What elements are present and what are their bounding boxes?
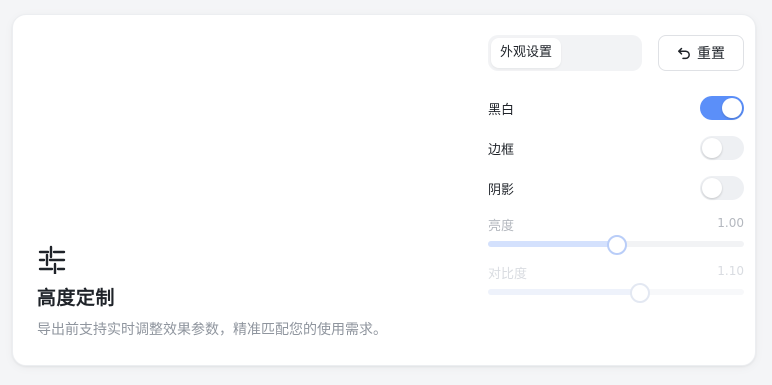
toggle-row-grayscale: 黑白 <box>488 96 744 120</box>
shadow-toggle[interactable] <box>700 176 744 200</box>
slider-thumb[interactable] <box>607 235 627 255</box>
reset-label: 重置 <box>697 46 725 62</box>
toggle-knob <box>702 138 722 158</box>
slider-thumb[interactable] <box>630 283 651 303</box>
brightness-slider[interactable] <box>488 235 744 255</box>
border-toggle[interactable] <box>700 136 744 160</box>
toggle-knob <box>722 98 742 118</box>
grayscale-toggle[interactable] <box>700 96 744 120</box>
contrast-value: 1.10 <box>717 264 744 278</box>
sliders-icon <box>38 245 66 274</box>
brightness-value: 1.00 <box>717 216 744 230</box>
brightness-label: 亮度 <box>488 219 515 234</box>
slider-fill <box>488 289 640 295</box>
feature-title: 高度定制 <box>37 287 116 309</box>
feature-description: 导出前支持实时调整效果参数，精准匹配您的使用需求。 <box>37 322 387 338</box>
toggle-label-shadow: 阴影 <box>488 183 515 198</box>
settings-panel: 外观设置 重置 黑白 边框 阴影 亮度 1.00 对比度 1.10 <box>488 35 744 315</box>
contrast-label: 对比度 <box>488 267 528 282</box>
toggle-label-grayscale: 黑白 <box>488 103 515 118</box>
tab-appearance[interactable]: 外观设置 <box>491 38 562 68</box>
settings-tab-bar: 外观设置 <box>488 35 642 71</box>
toggle-row-border: 边框 <box>488 136 744 160</box>
toggle-row-shadow: 阴影 <box>488 176 744 200</box>
feature-card: 高度定制 导出前支持实时调整效果参数，精准匹配您的使用需求。 外观设置 重置 黑… <box>12 14 756 366</box>
slider-fill <box>488 241 616 247</box>
undo-icon <box>678 47 690 60</box>
reset-button[interactable]: 重置 <box>658 35 744 71</box>
toggle-knob <box>702 178 722 198</box>
toggle-label-border: 边框 <box>488 143 515 158</box>
contrast-slider[interactable] <box>488 283 744 303</box>
